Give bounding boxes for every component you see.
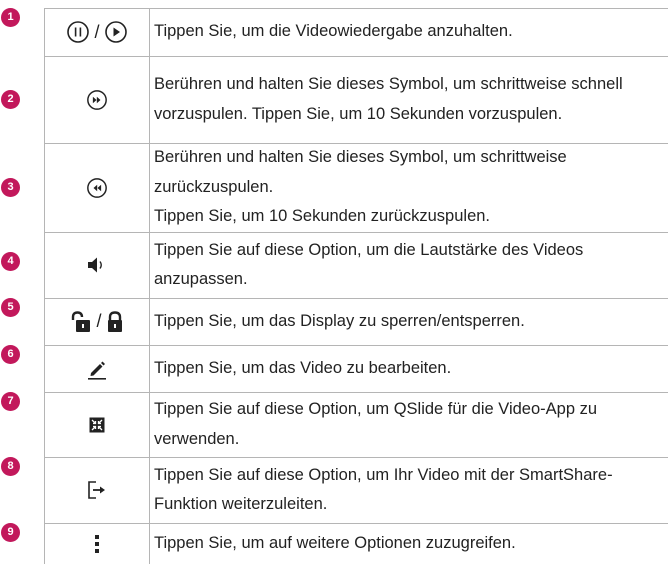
more-options-icon [45, 523, 149, 564]
icon-separator: / [94, 21, 100, 42]
edit-pencil-icon [45, 345, 149, 392]
share-icon [45, 457, 149, 523]
rewind-icon [87, 177, 107, 198]
volume-icon [88, 257, 102, 273]
qslide-icon [89, 417, 105, 432]
qslide-icon [45, 392, 149, 457]
table-row: 6 Tippen Sie, um das Video zu bearbeiten… [0, 345, 668, 392]
row-number-badge: 7 [1, 392, 20, 411]
row-number-badge: 9 [1, 523, 20, 542]
pause-play-icon: / [45, 8, 149, 56]
pause-icon [67, 21, 90, 43]
row-description: Tippen Sie, um die Videowiedergabe anzuh… [154, 22, 513, 41]
row-number-badge: 6 [1, 345, 20, 364]
row-number-badge: 1 [1, 8, 20, 27]
table-row: 2 Berühren und halten Sie dieses Symbol,… [0, 56, 668, 143]
row-description: Tippen Sie auf diese Option, um die Laut… [154, 240, 584, 289]
row-description: Tippen Sie, um das Display zu sperren/en… [154, 311, 525, 330]
row-description: Tippen Sie, um das Video zu bearbeiten. [154, 358, 452, 377]
more-options-icon [95, 534, 99, 553]
table-row: 4 Tippen Sie auf diese Option, um die La… [0, 232, 668, 298]
row-number-badge: 3 [1, 178, 20, 197]
share-icon [88, 481, 105, 499]
table-row: 3 Berühren und halten Sie dieses Symbol,… [0, 143, 668, 232]
table-row: 8 Tippen Sie auf diese Option, um Ihr Vi… [0, 457, 668, 523]
row-description: Tippen Sie, um auf weitere Optionen zuzu… [154, 533, 516, 552]
table-row: 1 / Tippen Sie, um die Videowiedergabe a… [0, 8, 668, 56]
fast-forward-icon [87, 89, 107, 110]
row-description: Tippen Sie auf diese Option, um Ihr Vide… [154, 465, 613, 514]
play-icon [104, 21, 127, 43]
table-row: 7 Tippen Sie auf diese Option, um QSlide… [0, 392, 668, 457]
lock-icon [107, 310, 122, 332]
table-row: 9 Tippen Sie, um auf weitere Optionen zu… [0, 523, 668, 564]
edit-pencil-icon [88, 361, 106, 380]
row-number-badge: 5 [1, 298, 20, 317]
row-number-badge: 4 [1, 252, 20, 271]
volume-icon [45, 232, 149, 298]
row-description: Berühren und halten Sie dieses Symbol, u… [154, 148, 567, 226]
unlock-icon [72, 310, 91, 332]
rewind-icon [45, 143, 149, 232]
table-row: 5 / Tippen Sie, um das Display zu sperre… [0, 298, 668, 345]
unlock-lock-icon: / [45, 298, 149, 345]
row-number-badge: 2 [1, 90, 20, 109]
feature-table: 1 / Tippen Sie, um die Videowiedergabe a… [0, 0, 668, 564]
row-description: Tippen Sie auf diese Option, um QSlide f… [154, 400, 598, 448]
row-description: Berühren und halten Sie dieses Symbol, u… [154, 75, 623, 123]
row-number-badge: 8 [1, 457, 20, 476]
icon-separator: / [96, 311, 102, 331]
fast-forward-icon [45, 56, 149, 143]
